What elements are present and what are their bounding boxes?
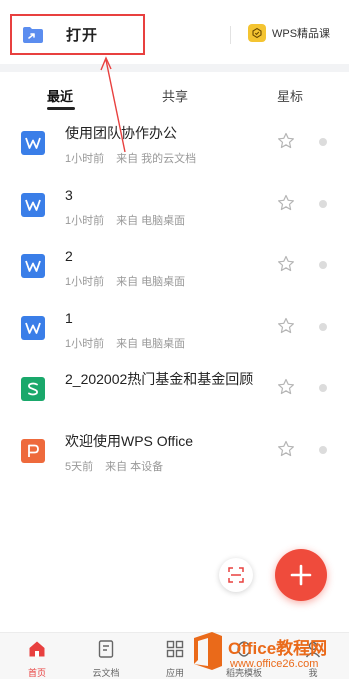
folder-icon [23,26,43,43]
spreadsheet-icon [21,377,45,401]
tab-starred[interactable]: 星标 [277,86,303,105]
recent-files-list: 使用团队协作办公 1小时前 来自 我的云文档 3 1小时前 来自 电脑桌面 2 1小… [0,112,349,481]
more-options-dot[interactable] [319,384,327,392]
watermark-title: Office教程网 [228,639,328,658]
top-bar: 打开 WPS精品课 [0,0,349,66]
file-meta: 5天前 来自 本设备 [65,458,163,474]
file-row[interactable]: 1 1小时前 来自 电脑桌面 [0,297,349,359]
office-logo-icon [194,632,222,670]
file-meta: 1小时前 来自 电脑桌面 [65,212,185,228]
file-title: 3 [65,186,73,203]
more-options-dot[interactable] [319,445,327,454]
file-meta: 1小时前 来自 我的云文档 [65,150,196,166]
tab-recent[interactable]: 最近 [47,86,73,105]
file-source: 来自 电脑桌面 [116,337,186,350]
divider [230,26,231,44]
nav-label: 首页 [27,668,46,678]
file-row[interactable]: 2_202002热门基金和基金回顾 [0,358,349,420]
star-icon[interactable] [277,255,295,273]
more-options-dot[interactable] [319,261,327,269]
home-icon [29,641,45,657]
file-row[interactable]: 欢迎使用WPS Office 5天前 来自 本设备 [0,420,349,482]
file-source: 来自 电脑桌面 [116,276,186,288]
nav-cloud-docs[interactable]: 云文档 [81,639,131,679]
star-icon[interactable] [277,132,295,150]
star-icon[interactable] [277,194,295,212]
open-file-button[interactable]: 打开 [10,14,145,55]
tab-shared[interactable]: 共享 [162,86,188,105]
writer-doc-icon [21,131,45,155]
nav-home[interactable]: 首页 [12,639,62,679]
file-time: 1小时前 [65,337,105,350]
file-time: 1小时前 [65,153,105,165]
watermark-url: www.office26.com [230,658,319,670]
site-watermark: Office教程网 www.office26.com [188,628,349,679]
file-source: 来自 电脑桌面 [116,214,186,227]
writer-doc-icon [21,254,45,278]
apps-grid-icon [166,640,184,658]
star-icon[interactable] [277,317,295,335]
file-title: 1 [65,309,73,326]
plus-icon [290,564,312,586]
writer-doc-icon [21,192,45,217]
file-title: 使用团队协作办公 [65,125,177,141]
more-options-dot[interactable] [319,199,327,208]
more-options-dot[interactable] [319,138,327,146]
active-tab-indicator [47,107,75,110]
section-divider [0,64,349,72]
file-row[interactable]: 2 1小时前 来自 电脑桌面 [0,235,349,297]
file-title: 欢迎使用WPS Office [65,432,194,449]
file-row[interactable]: 3 1小时前 来自 电脑桌面 [0,174,349,236]
file-time: 5天前 [65,460,94,473]
scan-icon [228,567,244,583]
more-options-dot[interactable] [319,322,327,331]
premium-label: WPS精品课 [272,28,331,40]
file-title: 2 [65,248,73,264]
star-icon[interactable] [277,378,295,396]
file-meta: 1小时前 来自 电脑桌面 [65,335,185,351]
scan-button[interactable] [219,558,253,592]
cloud-doc-icon [98,640,114,658]
file-source: 来自 本设备 [105,460,164,473]
file-title: 2_202002热门基金和基金回顾 [65,371,254,387]
star-icon[interactable] [277,440,295,458]
file-time: 1小时前 [65,214,105,227]
new-document-button[interactable] [275,549,327,601]
file-source: 来自 我的云文档 [116,153,197,165]
open-label: 打开 [66,27,99,44]
premium-course-button[interactable]: WPS精品课 [248,24,330,42]
writer-doc-icon [21,315,45,340]
nav-label: 云文档 [92,668,120,678]
crown-icon [248,24,266,42]
file-meta: 1小时前 来自 电脑桌面 [65,273,185,289]
tab-bar: 最近 共享 星标 [0,72,349,112]
file-time: 1小时前 [65,276,105,288]
presentation-icon [21,438,45,463]
file-row[interactable]: 使用团队协作办公 1小时前 来自 我的云文档 [0,112,349,174]
